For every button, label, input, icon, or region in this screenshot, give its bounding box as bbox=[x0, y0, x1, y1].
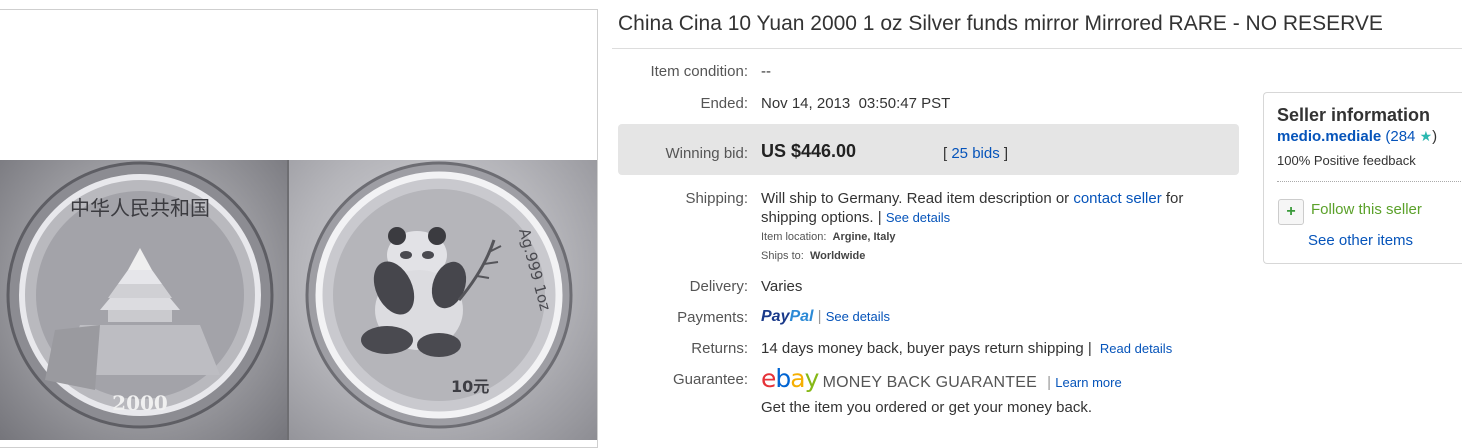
feedback-score-link[interactable]: (284 bbox=[1385, 128, 1415, 145]
ships-to-value: Worldwide bbox=[809, 250, 866, 262]
payments-separator: | bbox=[817, 308, 822, 325]
learn-more-link[interactable]: Learn more bbox=[1055, 375, 1121, 390]
title-divider bbox=[612, 48, 1462, 49]
shipping-line1: Will ship to Germany. Read item descript… bbox=[761, 190, 1183, 207]
returns-text: 14 days money back, buyer pays return sh… bbox=[761, 340, 1092, 357]
returns-read-details-link[interactable]: Read details bbox=[1100, 341, 1172, 356]
payments-label: Payments: bbox=[677, 309, 748, 326]
winning-bid-amount: US $446.00 bbox=[761, 141, 857, 161]
item-condition-label: Item condition: bbox=[650, 63, 748, 80]
money-back-guarantee: MONEY BACK GUARANTEE bbox=[822, 374, 1037, 391]
payments-see-details-link[interactable]: See details bbox=[826, 309, 890, 324]
seller-name-row: medio.mediale (284 ★) bbox=[1277, 128, 1437, 145]
guarantee-value: ebay MONEY BACK GUARANTEE | Learn more bbox=[761, 364, 1122, 393]
shipping-label: Shipping: bbox=[685, 190, 748, 207]
ships-to-label: Ships to: bbox=[761, 250, 804, 262]
delivery-label: Delivery: bbox=[689, 278, 748, 295]
shipping-see-details-link[interactable]: See details bbox=[886, 210, 950, 225]
ships-to: Ships to: Worldwide bbox=[761, 250, 865, 262]
seller-divider bbox=[1277, 181, 1462, 182]
item-title: China Cina 10 Yuan 2000 1 oz Silver fund… bbox=[618, 12, 1383, 35]
bid-history-link[interactable]: 25 bids bbox=[951, 145, 999, 162]
guarantee-label: Guarantee: bbox=[672, 371, 748, 388]
paypal-logo: PayPal bbox=[761, 308, 814, 325]
seller-info-title: Seller information bbox=[1277, 105, 1431, 125]
seller-name-link[interactable]: medio.mediale bbox=[1277, 128, 1381, 145]
delivery-value: Varies bbox=[761, 278, 803, 295]
coin-legend: 中华人民共和国 bbox=[70, 196, 210, 220]
item-condition-value: -- bbox=[761, 63, 771, 80]
ebay-logo: ebay bbox=[761, 364, 819, 393]
star-icon: ★ bbox=[1419, 128, 1433, 144]
bid-count-close: ] bbox=[1003, 145, 1009, 162]
returns-label: Returns: bbox=[691, 340, 748, 357]
ended-value: Nov 14, 2013 03:50:47 PST bbox=[761, 95, 951, 112]
shipping-text-options: shipping options. | bbox=[761, 209, 882, 226]
payments-value: PayPal | See details bbox=[761, 308, 890, 326]
bid-count-open: [ bbox=[943, 145, 948, 162]
ended-label: Ended: bbox=[700, 95, 748, 112]
contact-seller-link[interactable]: contact seller bbox=[1073, 190, 1161, 207]
positive-feedback: 100% Positive feedback bbox=[1277, 153, 1416, 168]
coin-denomination: 10元 bbox=[451, 377, 489, 396]
bid-count: [ 25 bids ] bbox=[943, 145, 1008, 162]
guarantee-note: Get the item you ordered or get your mon… bbox=[761, 399, 1093, 416]
shipping-line2: shipping options. | See details bbox=[761, 209, 950, 226]
item-location-label: Item location: bbox=[761, 231, 827, 243]
item-location-value: Argine, Italy bbox=[832, 231, 896, 243]
coin-year: 2000 bbox=[112, 391, 168, 415]
shipping-text: Will ship to Germany. Read item descript… bbox=[761, 190, 1070, 207]
seller-info-box: Seller information medio.mediale (284 ★)… bbox=[1263, 92, 1462, 264]
coin-reverse-image[interactable]: Ag.999 1oz 10元 bbox=[289, 160, 597, 440]
follow-plus-icon[interactable]: + bbox=[1278, 199, 1304, 225]
feedback-score-close: ) bbox=[1432, 128, 1438, 145]
shipping-text-for: for bbox=[1165, 190, 1184, 207]
follow-seller-link[interactable]: Follow this seller bbox=[1311, 201, 1422, 218]
item-location: Item location: Argine, Italy bbox=[761, 231, 896, 243]
winning-bid-label: Winning bid: bbox=[665, 145, 748, 162]
see-other-items-link[interactable]: See other items bbox=[1308, 232, 1413, 249]
returns-value: 14 days money back, buyer pays return sh… bbox=[761, 340, 1172, 357]
guarantee-separator: | bbox=[1047, 374, 1052, 391]
coin-obverse-image[interactable]: 2000 中华人民共和国 bbox=[0, 160, 287, 440]
